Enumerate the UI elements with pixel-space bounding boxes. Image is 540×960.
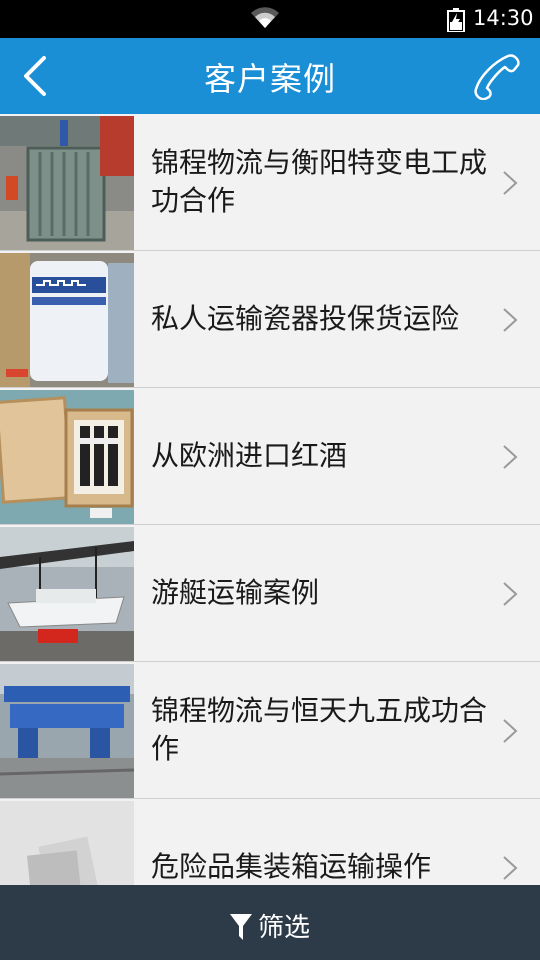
phone-icon — [474, 54, 520, 101]
app-header: 客户案例 — [0, 38, 540, 114]
case-thumbnail-machinery — [0, 664, 134, 798]
clock: 14:30 — [473, 6, 534, 30]
chevron-right-icon — [503, 582, 518, 606]
case-title: 从欧洲进口红酒 — [151, 439, 348, 472]
chevron-right-icon — [503, 171, 518, 195]
funnel-icon — [229, 914, 252, 940]
case-thumbnail-wine — [0, 390, 134, 524]
chevron-right-icon — [503, 445, 518, 469]
page-title: 客户案例 — [203, 60, 336, 98]
case-title: 私人运输瓷器投保货运险 — [151, 302, 460, 335]
case-title: 危险品集装箱运输操作 — [151, 850, 432, 883]
case-title: 游艇运输案例 — [151, 576, 320, 609]
case-thumbnail-yacht — [0, 527, 134, 661]
case-item-3[interactable]: 游艇运输案例 — [0, 525, 540, 662]
wifi-icon — [251, 7, 279, 28]
case-item-5[interactable]: 危险品集装箱运输操作 — [0, 799, 540, 885]
chevron-right-icon — [503, 308, 518, 332]
case-title: 锦程物流与衡阳特变电工成功合作 — [151, 146, 488, 217]
case-thumbnail-porcelain — [0, 253, 134, 387]
case-thumbnail-transformer — [0, 116, 134, 250]
case-item-1[interactable]: 私人运输瓷器投保货运险 — [0, 251, 540, 388]
filter-bar[interactable]: 筛选 — [0, 885, 540, 960]
case-item-2[interactable]: 从欧洲进口红酒 — [0, 388, 540, 525]
case-thumbnail-placeholder — [0, 801, 134, 885]
case-item-0[interactable]: 锦程物流与衡阳特变电工成功合作 — [0, 114, 540, 251]
case-item-4[interactable]: 锦程物流与恒天九五成功合作 — [0, 662, 540, 799]
call-button[interactable] — [470, 52, 522, 101]
battery-charging-icon — [447, 8, 465, 32]
filter-label: 筛选 — [257, 913, 310, 943]
filter-button[interactable]: 筛选 — [0, 907, 540, 944]
chevron-right-icon — [503, 856, 518, 880]
status-bar: 14:30 — [0, 0, 540, 38]
chevron-right-icon — [503, 719, 518, 743]
case-list: 锦程物流与衡阳特变电工成功合作 私人运输瓷器投保货运险 从欧洲进口红酒 游艇运输… — [0, 114, 540, 885]
case-title: 锦程物流与恒天九五成功合作 — [151, 694, 488, 765]
